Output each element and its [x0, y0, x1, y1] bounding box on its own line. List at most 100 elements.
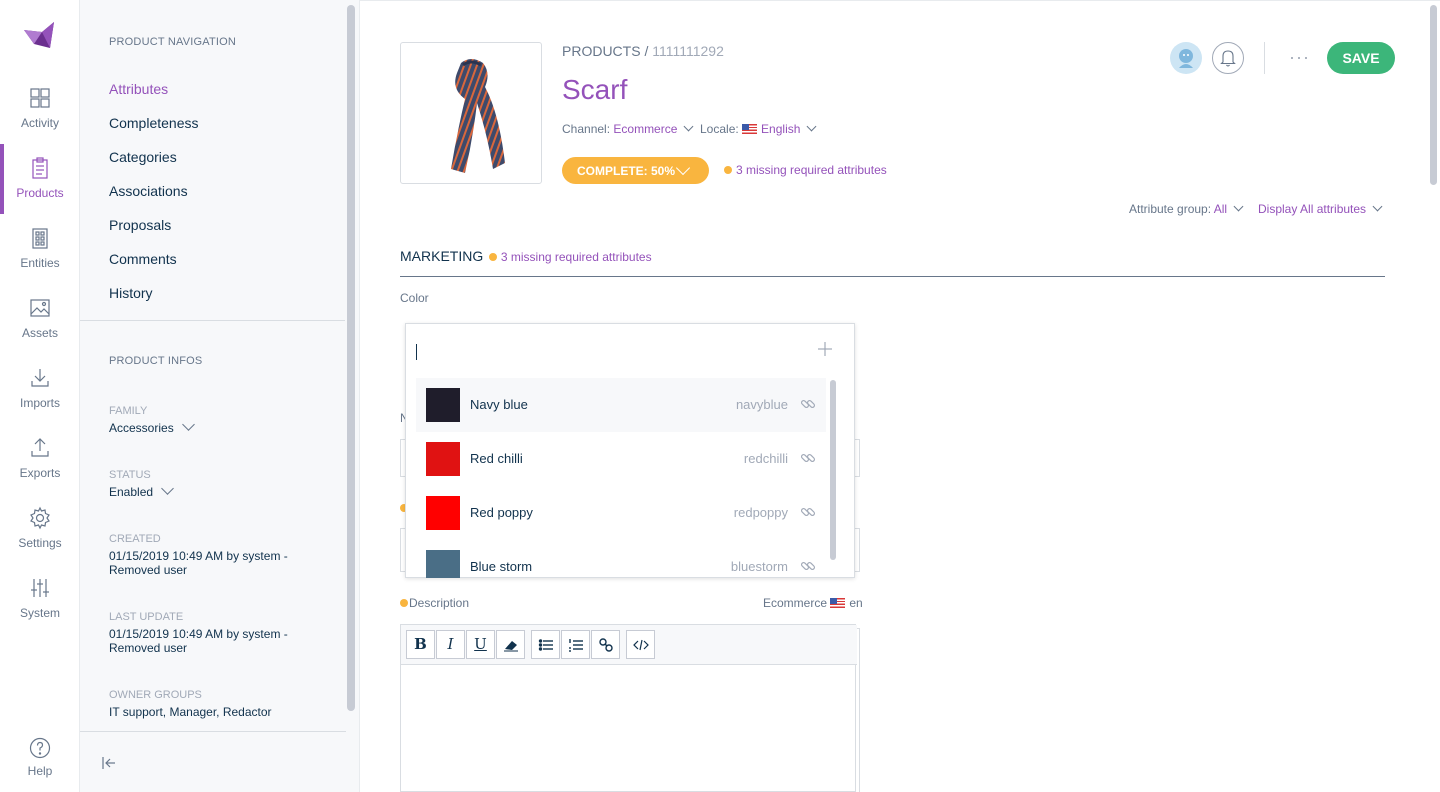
- attribute-group-filter[interactable]: Attribute group: All: [1129, 201, 1244, 216]
- color-option-code: redpoppy: [733, 505, 788, 520]
- color-search-input[interactable]: [416, 344, 417, 360]
- top-border: [360, 0, 1440, 1]
- created-value: 01/15/2019 10:49 AM by system - Removed …: [109, 549, 288, 577]
- breadcrumb-root[interactable]: PRODUCTS /: [562, 43, 648, 59]
- color-field-label: Color: [400, 291, 429, 305]
- warning-dot-icon: [488, 253, 497, 261]
- nav-activity[interactable]: Activity: [0, 86, 80, 146]
- page-scrollbar[interactable]: [1430, 5, 1437, 185]
- description-editor[interactable]: B I U: [400, 624, 857, 792]
- display-attributes-filter[interactable]: Display All attributes: [1258, 201, 1383, 216]
- owner-groups-label: OWNER GROUPS: [109, 689, 202, 701]
- colnav-link-completeness[interactable]: Completeness: [109, 115, 199, 131]
- chevron-down-icon: [181, 418, 195, 431]
- warning-dot-icon: [724, 166, 732, 174]
- scarf-image: [451, 59, 505, 173]
- breadcrumb-id: 1111111292: [652, 43, 724, 59]
- chevron-down-icon: [806, 121, 817, 132]
- channel-label: Channel:: [562, 122, 611, 136]
- nav-label: Products: [16, 186, 64, 200]
- link-icon[interactable]: [800, 396, 816, 412]
- color-select-dropdown[interactable]: Navy blue navyblue Red chilli redchilli …: [405, 323, 855, 578]
- us-flag-icon: [742, 124, 758, 134]
- colnav-link-history[interactable]: History: [109, 285, 153, 301]
- save-button[interactable]: SAVE: [1327, 42, 1395, 74]
- color-option[interactable]: Red poppy redpoppy: [416, 486, 826, 540]
- nav-products[interactable]: Products: [0, 144, 80, 216]
- nav-settings[interactable]: Settings: [0, 506, 80, 566]
- colnav-link-attributes[interactable]: Attributes: [109, 81, 168, 97]
- color-option[interactable]: Red chilli redchilli: [416, 432, 826, 486]
- header-separator: [1264, 42, 1265, 74]
- product-thumbnail[interactable]: [400, 42, 542, 184]
- description-field-label: Description: [400, 596, 469, 610]
- link-icon[interactable]: [800, 558, 816, 574]
- color-option-label: Red poppy: [470, 505, 533, 520]
- more-actions-button[interactable]: ···: [1289, 47, 1310, 68]
- code-view-button[interactable]: [626, 630, 655, 659]
- bullet-list-icon: [538, 639, 553, 651]
- color-option-label: Red chilli: [470, 451, 523, 466]
- colnav-link-categories[interactable]: Categories: [109, 149, 177, 165]
- plus-icon[interactable]: [817, 341, 833, 357]
- missing-attributes-text: 3 missing required attributes: [736, 163, 887, 177]
- us-flag-icon: [830, 598, 846, 608]
- colnav-link-proposals[interactable]: Proposals: [109, 217, 171, 233]
- main-sidebar: Activity Products Entities Assets Import…: [0, 0, 80, 792]
- notifications-button[interactable]: [1212, 42, 1244, 74]
- link-button[interactable]: [591, 630, 620, 659]
- bullet-list-button[interactable]: [531, 630, 560, 659]
- status-select[interactable]: Enabled: [109, 482, 309, 499]
- dashboard-icon: [30, 88, 50, 108]
- section-title: MARKETING: [400, 248, 484, 264]
- user-avatar[interactable]: [1170, 42, 1202, 74]
- bell-icon: [1220, 50, 1236, 67]
- section-missing-link[interactable]: 3 missing required attributes: [488, 250, 652, 264]
- missing-attributes-link[interactable]: 3 missing required attributes: [724, 163, 887, 177]
- colnav-link-comments[interactable]: Comments: [109, 251, 177, 267]
- nav-assets[interactable]: Assets: [0, 296, 80, 356]
- sliders-icon: [31, 579, 49, 597]
- nav-system[interactable]: System: [0, 576, 80, 636]
- link-icon[interactable]: [800, 504, 816, 520]
- clipboard-icon: [32, 157, 48, 179]
- dropdown-scrollbar[interactable]: [830, 380, 836, 560]
- owner-groups-value: IT support, Manager, Redactor: [109, 705, 272, 719]
- color-option-code: navyblue: [735, 397, 788, 412]
- colnav-scrollbar[interactable]: [347, 5, 355, 711]
- color-option[interactable]: Blue storm bluestorm: [416, 540, 826, 578]
- completeness-badge[interactable]: COMPLETE: 50%: [562, 157, 709, 184]
- completeness-label: COMPLETE: 50%: [577, 164, 676, 178]
- collapse-panel-icon[interactable]: [100, 754, 118, 772]
- status-label: STATUS: [109, 469, 151, 481]
- color-swatch: [426, 496, 460, 530]
- link-icon: [598, 638, 613, 652]
- warning-dot-icon: [400, 599, 408, 607]
- created-label: CREATED: [109, 533, 161, 545]
- locale-switcher[interactable]: Locale: English: [700, 121, 817, 136]
- akeneo-logo[interactable]: [20, 18, 56, 54]
- channel-switcher[interactable]: Channel: Ecommerce: [562, 121, 694, 136]
- channel-value: Ecommerce: [613, 122, 678, 136]
- nav-entities[interactable]: Entities: [0, 226, 80, 286]
- nav-exports[interactable]: Exports: [0, 436, 80, 496]
- nav-help[interactable]: Help: [0, 736, 80, 792]
- numbered-list-button[interactable]: [561, 630, 590, 659]
- colnav-link-associations[interactable]: Associations: [109, 183, 188, 199]
- family-select[interactable]: Accessories: [109, 418, 309, 435]
- help-icon: [29, 737, 51, 759]
- description-locale: en: [849, 596, 863, 610]
- image-icon: [30, 299, 50, 317]
- nav-label: Assets: [21, 326, 58, 340]
- underline-button[interactable]: U: [466, 630, 495, 659]
- color-swatch: [426, 550, 460, 578]
- clear-format-button[interactable]: [496, 630, 525, 659]
- nav-label: Exports: [19, 466, 61, 480]
- nav-label: Help: [27, 764, 53, 778]
- link-icon[interactable]: [800, 450, 816, 466]
- italic-button[interactable]: I: [436, 630, 465, 659]
- color-option[interactable]: Navy blue navyblue: [416, 378, 826, 432]
- bold-button[interactable]: B: [406, 630, 435, 659]
- nav-imports[interactable]: Imports: [0, 366, 80, 426]
- nav-label: Entities: [20, 256, 60, 270]
